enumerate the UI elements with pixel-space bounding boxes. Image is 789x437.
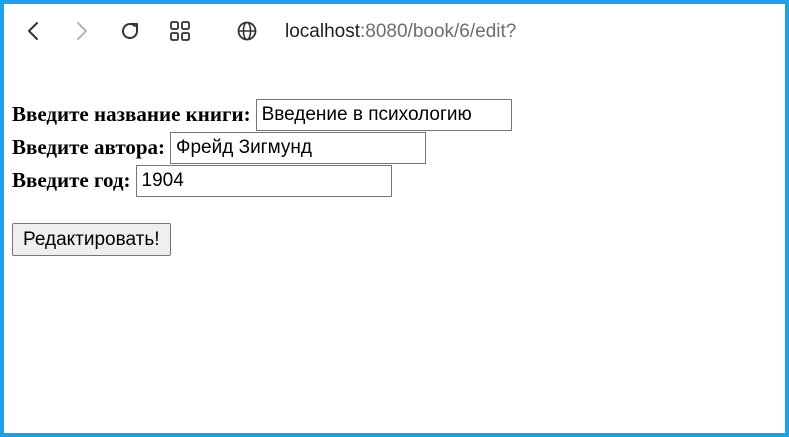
author-input[interactable]: [170, 131, 427, 164]
edit-book-form: Введите название книги: Введите автора: …: [12, 98, 512, 256]
title-input[interactable]: [255, 98, 512, 131]
browser-toolbar: localhost:8080/book/6/edit?: [4, 4, 785, 58]
url-path: :8080/book/6/edit?: [360, 21, 517, 42]
title-row: Введите название книги:: [12, 98, 512, 131]
year-row: Введите год:: [12, 164, 512, 197]
author-row: Введите автора:: [12, 131, 512, 164]
globe-icon[interactable]: [234, 18, 260, 44]
submit-button[interactable]: Редактировать!: [12, 223, 171, 256]
url-host: localhost: [285, 21, 360, 42]
author-label: Введите автора:: [12, 135, 166, 159]
year-label: Введите год:: [12, 168, 131, 192]
title-label: Введите название книги:: [12, 102, 251, 126]
browser-window: localhost:8080/book/6/edit? Введите назв…: [0, 0, 789, 437]
apps-grid-icon[interactable]: [167, 18, 193, 44]
address-bar[interactable]: localhost:8080/book/6/edit?: [285, 20, 516, 44]
forward-arrow-icon[interactable]: [68, 18, 94, 44]
reload-icon[interactable]: [117, 18, 143, 44]
year-input[interactable]: [135, 164, 392, 197]
back-arrow-icon[interactable]: [21, 18, 47, 44]
